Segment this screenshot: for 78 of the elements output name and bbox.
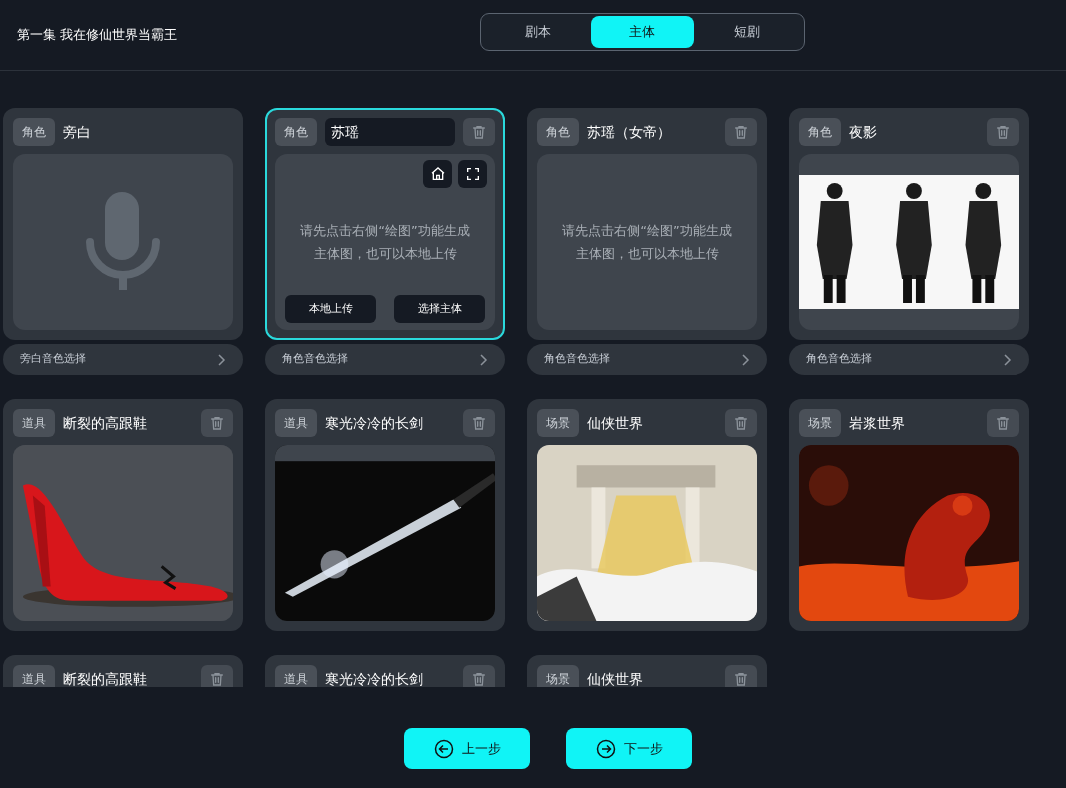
category-tag: 道具 xyxy=(13,409,55,437)
voice-select[interactable]: 角色音色选择 xyxy=(527,344,767,375)
subject-name: 夜影 xyxy=(849,122,878,142)
delete-button[interactable] xyxy=(725,409,757,437)
episode-title: 第一集 我在修仙世界当霸王 xyxy=(17,26,178,45)
delete-button[interactable] xyxy=(725,118,757,146)
tab[interactable]: 剧本 xyxy=(487,16,590,48)
subject-name: 仙侠世界 xyxy=(587,669,644,687)
delete-button[interactable] xyxy=(463,409,495,437)
subject-card[interactable]: 道具 寒光冷冷的长剑 xyxy=(265,655,505,687)
expand-icon xyxy=(464,166,481,182)
subject-name: 仙侠世界 xyxy=(587,413,644,433)
category-tag: 道具 xyxy=(275,409,317,437)
delete-button[interactable] xyxy=(463,118,495,146)
category-tag: 场景 xyxy=(799,409,841,437)
delete-button[interactable] xyxy=(201,665,233,687)
subject-name: 断裂的高跟鞋 xyxy=(63,669,148,687)
microphone-icon xyxy=(86,192,160,292)
upload-hint: 请先点击右侧“绘图”功能生成主体图，也可以本地上传 xyxy=(561,222,733,263)
trash-icon xyxy=(471,671,487,687)
action-button[interactable]: 本地上传 xyxy=(285,295,376,323)
category-tag: 场景 xyxy=(537,665,579,687)
subject-card[interactable]: 角色 苏瑶（女帝） 请先点击右侧“绘图”功能生成主体图，也可以本地上传 xyxy=(527,108,767,340)
next-button[interactable]: 下一步 xyxy=(566,728,692,769)
subject-name: 苏瑶（女帝） xyxy=(587,122,672,142)
delete-button[interactable] xyxy=(987,118,1019,146)
subject-card[interactable]: 道具 寒光冷冷的长剑 xyxy=(265,399,505,631)
chevron-right-icon xyxy=(1004,353,1012,366)
subject-name: 断裂的高跟鞋 xyxy=(63,413,148,433)
subject-card[interactable]: 场景 仙侠世界 xyxy=(527,399,767,631)
category-tag: 道具 xyxy=(275,665,317,687)
subject-card[interactable]: 道具 断裂的高跟鞋 xyxy=(3,655,243,687)
upload-hint: 请先点击右侧“绘图”功能生成主体图，也可以本地上传 xyxy=(299,221,471,263)
delete-button[interactable] xyxy=(725,665,757,687)
trash-icon xyxy=(471,124,487,140)
category-tag: 场景 xyxy=(537,409,579,437)
trash-icon xyxy=(733,124,749,140)
arrow-left-icon xyxy=(433,738,454,759)
voice-select[interactable]: 旁白音色选择 xyxy=(3,344,243,375)
delete-button[interactable] xyxy=(987,409,1019,437)
trash-icon xyxy=(733,415,749,431)
trash-icon xyxy=(995,124,1011,140)
subject-name: 岩浆世界 xyxy=(849,413,906,433)
home-button[interactable] xyxy=(423,160,452,188)
subject-card[interactable]: 角色 夜影 xyxy=(789,108,1029,340)
subject-card[interactable]: 场景 仙侠世界 xyxy=(527,655,767,687)
subject-card[interactable]: 道具 断裂的高跟鞋 xyxy=(3,399,243,631)
trash-icon xyxy=(471,415,487,431)
trash-icon xyxy=(733,671,749,687)
subject-card[interactable]: 角色 苏瑶 请先点击右侧“绘图”功能生成主体图，也可以本地上传 本地上传 选择主体 xyxy=(265,108,505,340)
category-tag: 道具 xyxy=(13,665,55,687)
name-field[interactable]: 苏瑶 xyxy=(325,118,455,146)
category-tag: 角色 xyxy=(537,118,579,146)
voice-select[interactable]: 角色音色选择 xyxy=(789,344,1029,375)
chevron-right-icon xyxy=(218,353,226,366)
subject-card[interactable]: 角色 旁白 xyxy=(3,108,243,340)
back-button[interactable]: 上一步 xyxy=(404,728,530,769)
chevron-right-icon xyxy=(480,353,488,366)
tab[interactable]: 短剧 xyxy=(695,16,798,48)
category-tag: 角色 xyxy=(13,118,55,146)
trash-icon xyxy=(995,415,1011,431)
subject-name: 寒光冷冷的长剑 xyxy=(325,413,424,433)
action-button[interactable]: 选择主体 xyxy=(394,295,485,323)
arrow-right-icon xyxy=(595,738,616,759)
tab[interactable]: 主体 xyxy=(591,16,694,48)
chevron-right-icon xyxy=(742,353,750,366)
voice-select[interactable]: 角色音色选择 xyxy=(265,344,505,375)
trash-icon xyxy=(209,671,225,687)
delete-button[interactable] xyxy=(201,409,233,437)
trash-icon xyxy=(209,415,225,431)
fullscreen-button[interactable] xyxy=(458,160,487,188)
subject-name: 寒光冷冷的长剑 xyxy=(325,669,424,687)
category-tag: 角色 xyxy=(799,118,841,146)
subject-card[interactable]: 场景 岩浆世界 xyxy=(789,399,1029,631)
home-icon xyxy=(429,166,446,182)
subject-name: 旁白 xyxy=(63,122,92,142)
delete-button[interactable] xyxy=(463,665,495,687)
category-tag: 角色 xyxy=(275,118,317,146)
